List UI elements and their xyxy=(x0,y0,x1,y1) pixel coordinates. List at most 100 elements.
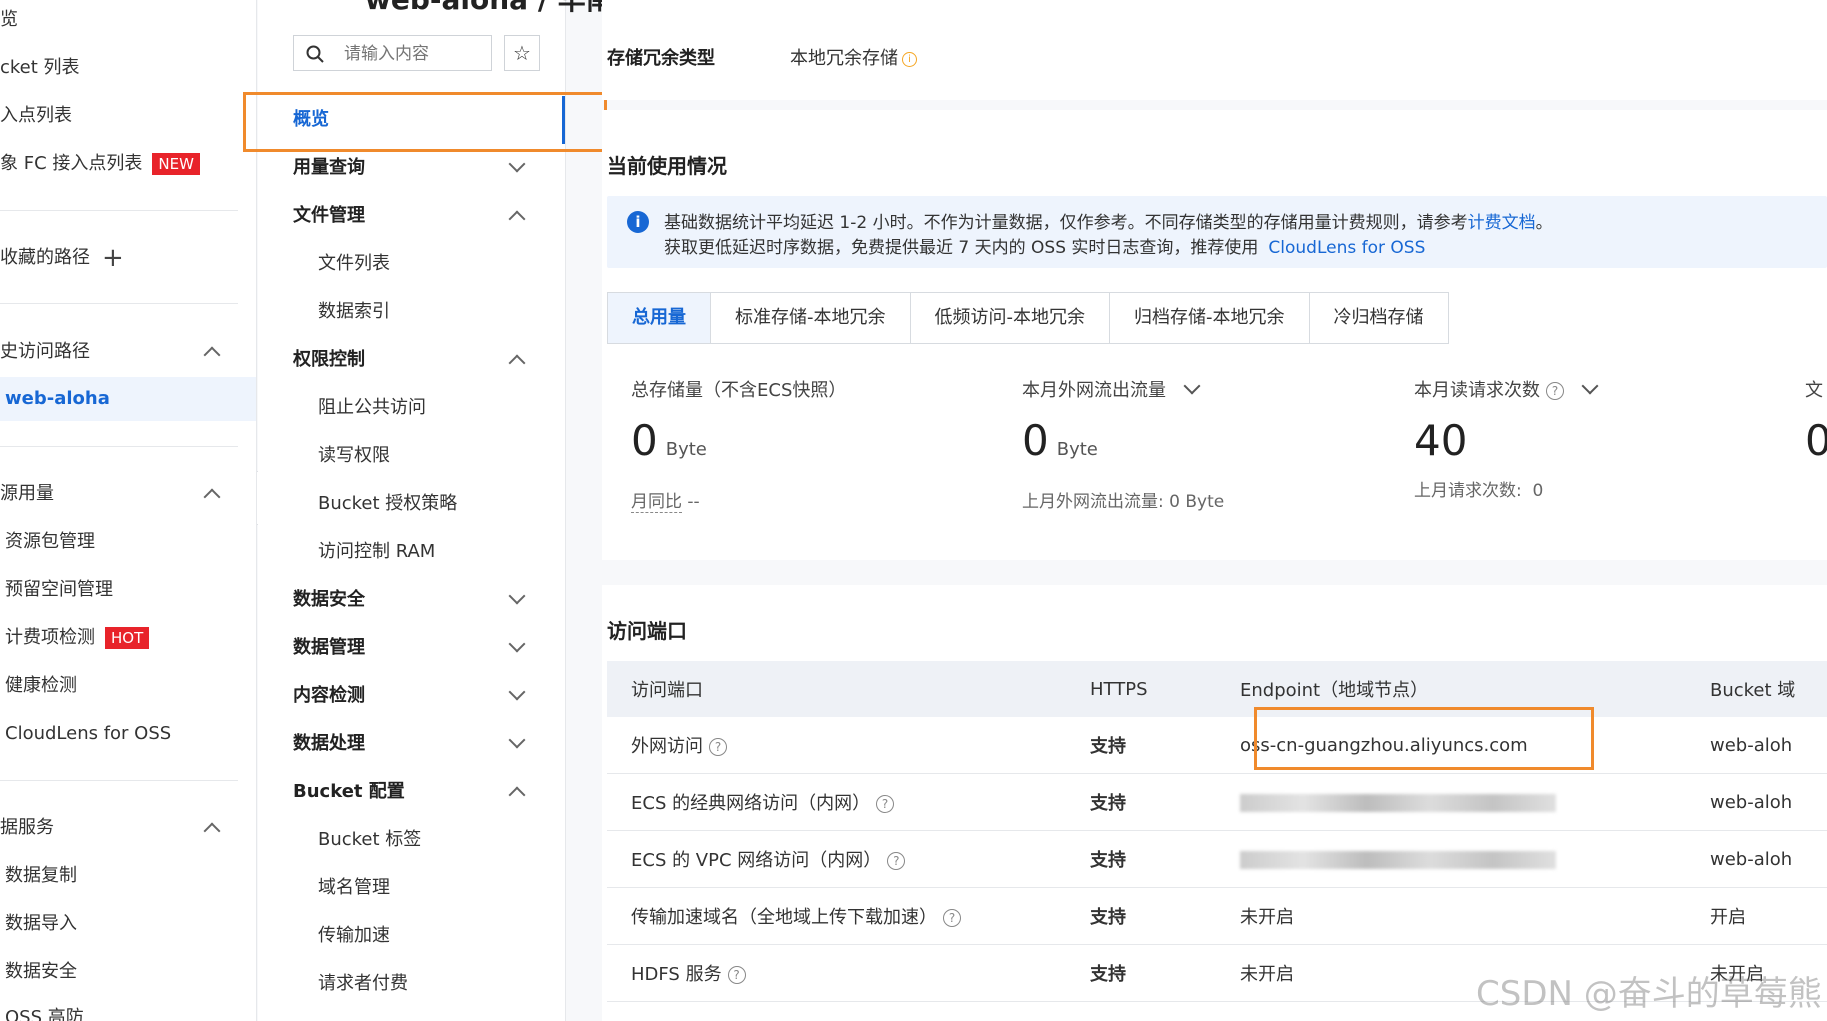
usage-title: 当前使用情况 xyxy=(607,154,727,178)
search-box[interactable] xyxy=(293,35,492,71)
metric-files-value: 0 xyxy=(1805,416,1827,465)
plus-icon[interactable]: + xyxy=(102,243,124,273)
nav-domain-mgmt[interactable]: 域名管理 xyxy=(318,866,390,910)
nav-bucket-tag[interactable]: Bucket 标签 xyxy=(318,818,421,862)
hot-badge: HOT xyxy=(105,627,150,649)
sidebar-group-resource[interactable]: 源用量 xyxy=(0,472,256,516)
col-bucket-domain: Bucket 域 xyxy=(1709,661,1827,717)
search-input[interactable] xyxy=(342,40,486,68)
metric-requests-sub: 上月请求次数: 0 xyxy=(1414,481,1544,501)
nav-bucket-policy[interactable]: Bucket 授权策略 xyxy=(318,482,457,526)
metric-requests-label: 本月读请求次数? xyxy=(1414,376,1599,402)
table-row: 外网访问? 支持 oss-cn-guangzhou.aliyuncs.com w… xyxy=(607,717,1827,774)
sidebar-item-fc-access-points[interactable]: 象 FC 接入点列表 NEW xyxy=(0,142,200,186)
search-icon xyxy=(306,45,324,63)
help-icon[interactable]: ? xyxy=(709,738,727,756)
tab-standard[interactable]: 标准存储-本地冗余 xyxy=(711,293,911,343)
tab-ia[interactable]: 低频访问-本地冗余 xyxy=(911,293,1110,343)
main-content: 存储冗余类型 本地冗余存储 i 当前使用情况 i 基础数据统计平均延迟 1-2 小… xyxy=(580,0,1827,1021)
col-endpoint: 访问端口 xyxy=(607,661,1089,717)
sidebar-item-bucket-list[interactable]: cket 列表 xyxy=(0,46,80,90)
notice-line2: 获取更低延迟时序数据，免费提供最近 7 天内的 OSS 实时日志查询，推荐使用 C… xyxy=(664,238,1426,258)
bucket-nav: ☆ 概览 用量查询 文件管理 文件列表 数据索引 权限控制 阻止公共访问 读写权… xyxy=(258,0,566,1021)
sidebar-item-resource-pack[interactable]: 资源包管理 xyxy=(5,520,95,564)
sidebar-item-health-check[interactable]: 健康检测 xyxy=(5,664,77,708)
table-row: 传输加速域名（全地域上传下载加速）? 支持 未开启 开启 xyxy=(607,887,1827,945)
chevron-up-icon xyxy=(508,786,526,804)
sidebar-item-access-points[interactable]: 入点列表 xyxy=(0,94,72,138)
chevron-up-icon xyxy=(203,822,221,840)
nav-block-public[interactable]: 阻止公共访问 xyxy=(318,386,426,430)
sidebar-item-overview[interactable]: 览 xyxy=(0,0,18,42)
sidebar-item-data-import[interactable]: 数据导入 xyxy=(5,902,77,946)
nav-rw-perm[interactable]: 读写权限 xyxy=(318,434,390,478)
sidebar-item-cloudlens[interactable]: CloudLens for OSS xyxy=(5,712,171,756)
billing-doc-link[interactable]: 计费文档 xyxy=(1468,213,1536,233)
mom-link[interactable]: 月同比 xyxy=(631,492,682,513)
help-icon[interactable]: ? xyxy=(943,909,961,927)
nav-data-security[interactable]: 数据安全 xyxy=(293,578,533,622)
chevron-up-icon xyxy=(203,346,221,364)
info-icon[interactable]: i xyxy=(902,51,917,67)
endpoints-table: 访问端口 HTTPS Endpoint（地域节点） Bucket 域 外网访问?… xyxy=(607,661,1827,1002)
metric-traffic-value: 0 Byte xyxy=(1022,416,1098,465)
nav-bucket-config[interactable]: Bucket 配置 xyxy=(293,770,533,814)
nav-file-list[interactable]: 文件列表 xyxy=(318,242,390,286)
table-row: ECS 的经典网络访问（内网）? 支持 web-aloh xyxy=(607,773,1827,831)
nav-data-index[interactable]: 数据索引 xyxy=(318,290,390,334)
sidebar-item-data-security[interactable]: 数据安全 xyxy=(5,950,77,994)
chevron-down-icon xyxy=(508,155,526,173)
nav-permission[interactable]: 权限控制 xyxy=(293,338,533,382)
sidebar-item-billing-check[interactable]: 计费项检测 HOT xyxy=(5,616,150,660)
nav-content-detect[interactable]: 内容检测 xyxy=(293,674,533,718)
chevron-up-icon xyxy=(203,488,221,506)
cloudlens-link[interactable]: CloudLens for OSS xyxy=(1268,238,1425,258)
endpoints-title: 访问端口 xyxy=(607,619,687,643)
nav-usage-query[interactable]: 用量查询 xyxy=(293,146,533,190)
enable-accel-link[interactable]: 开启 xyxy=(1709,887,1827,945)
table-row: ECS 的 VPC 网络访问（内网）? 支持 web-aloh xyxy=(607,830,1827,888)
chevron-down-icon xyxy=(508,587,526,605)
divider xyxy=(0,446,238,447)
chevron-down-icon[interactable] xyxy=(1581,377,1599,395)
help-icon[interactable]: ? xyxy=(887,852,906,870)
nav-requester-pays[interactable]: 请求者付费 xyxy=(318,962,408,1006)
sidebar-group-history[interactable]: 史访问路径 xyxy=(0,330,256,374)
nav-data-mgmt[interactable]: 数据管理 xyxy=(293,626,533,670)
chevron-up-icon xyxy=(508,210,526,228)
sidebar-group-data-service[interactable]: 据服务 xyxy=(0,806,256,850)
highlight-box xyxy=(243,92,607,152)
tab-total[interactable]: 总用量 xyxy=(608,293,711,343)
metric-requests-value: 40 xyxy=(1414,416,1468,465)
endpoints-card: 访问端口 访问端口 HTTPS Endpoint（地域节点） Bucket 域 … xyxy=(602,585,1827,1021)
blurred-endpoint xyxy=(1240,793,1556,812)
table-header: 访问端口 HTTPS Endpoint（地域节点） Bucket 域 xyxy=(607,661,1827,717)
watermark: CSDN @奋斗的草莓熊 xyxy=(1476,974,1822,1014)
blurred-endpoint xyxy=(1240,850,1556,869)
tab-cold-archive[interactable]: 冷归档存储 xyxy=(1310,293,1448,343)
nav-file-mgmt[interactable]: 文件管理 xyxy=(293,194,533,238)
metric-storage-label: 总存储量（不含ECS快照） xyxy=(631,380,847,401)
sidebar-item-data-replication[interactable]: 数据复制 xyxy=(5,854,77,898)
usage-card: 当前使用情况 i 基础数据统计平均延迟 1-2 小时。不作为计量数据，仅作参考。… xyxy=(602,110,1827,560)
left-sidebar: 览 cket 列表 入点列表 象 FC 接入点列表 NEW 收藏的路径 + 史访问路… xyxy=(0,0,257,1021)
nav-ram[interactable]: 访问控制 RAM xyxy=(318,530,435,574)
nav-transfer-accel[interactable]: 传输加速 xyxy=(318,914,390,958)
chevron-down-icon[interactable] xyxy=(1183,377,1201,395)
chevron-down-icon xyxy=(508,635,526,653)
tab-archive[interactable]: 归档存储-本地冗余 xyxy=(1110,293,1310,343)
nav-data-process[interactable]: 数据处理 xyxy=(293,722,533,766)
sidebar-favorites[interactable]: 收藏的路径 + xyxy=(0,236,124,280)
star-icon[interactable]: ☆ xyxy=(504,35,540,71)
help-icon[interactable]: ? xyxy=(876,795,895,813)
help-icon[interactable]: ? xyxy=(1546,382,1564,400)
sidebar-item-reserved-space[interactable]: 预留空间管理 xyxy=(5,568,113,612)
chevron-down-icon xyxy=(508,731,526,749)
col-https: HTTPS xyxy=(1089,661,1239,717)
notice-box: i 基础数据统计平均延迟 1-2 小时。不作为计量数据，仅作参考。不同存储类型的… xyxy=(607,196,1827,268)
new-badge: NEW xyxy=(152,153,200,175)
sidebar-item-web-aloha[interactable]: web-aloha xyxy=(0,377,256,421)
sidebar-item-oss-ddos[interactable]: OSS 高防 xyxy=(5,996,84,1021)
metric-storage-sub: 月同比 -- xyxy=(631,492,700,513)
help-icon[interactable]: ? xyxy=(727,966,746,984)
